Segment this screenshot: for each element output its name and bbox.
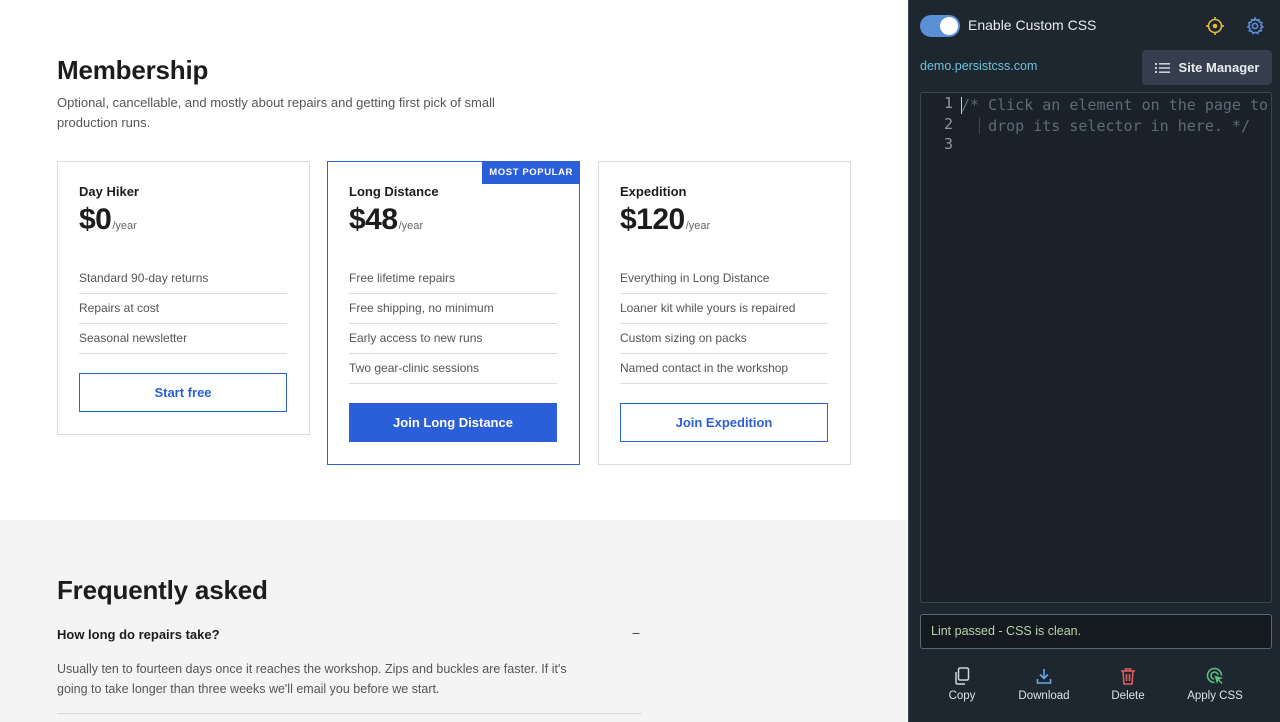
feature-item: Everything in Long Distance — [620, 264, 828, 294]
membership-title: Membership — [57, 55, 209, 85]
price-unit: /year — [685, 220, 711, 232]
feature-list: Free lifetime repairs Free shipping, no … — [349, 264, 557, 384]
plan-price: $120 /year — [620, 203, 710, 237]
apply-cursor-icon — [1206, 667, 1224, 685]
current-domain: demo.persistcss.com — [920, 59, 1038, 73]
code-line: /* Click an element on the page to — [961, 96, 1269, 114]
download-button[interactable]: Download — [1013, 667, 1075, 711]
list-icon — [1154, 62, 1170, 74]
feature-item: Free lifetime repairs — [349, 264, 557, 294]
download-icon — [1035, 667, 1053, 685]
price-unit: /year — [112, 220, 137, 232]
delete-button[interactable]: Delete — [1108, 667, 1148, 711]
collapse-toggle[interactable]: − — [628, 624, 644, 642]
code-line: drop its selector in here. */ — [961, 116, 1250, 135]
membership-subtitle: Optional, cancellable, and mostly about … — [57, 95, 495, 130]
plan-price: $0 /year — [79, 203, 137, 237]
apply-css-label: Apply CSS — [1187, 690, 1243, 702]
faq-title: Frequently asked — [57, 575, 268, 605]
plan-card-long-distance: MOST POPULAR Long Distance $48 /year Fre… — [327, 161, 580, 465]
feature-item: Named contact in the workshop — [620, 354, 828, 384]
feature-item: Custom sizing on packs — [620, 324, 828, 354]
faq-divider — [57, 713, 642, 714]
plan-name: Expedition — [620, 184, 687, 199]
feature-item: Two gear-clinic sessions — [349, 354, 557, 384]
faq-question[interactable]: How long do repairs take? — [57, 627, 220, 642]
feature-item: Early access to new runs — [349, 324, 557, 354]
target-icon[interactable] — [1204, 15, 1226, 37]
copy-button[interactable]: Copy — [943, 667, 981, 711]
delete-label: Delete — [1111, 690, 1145, 702]
download-label: Download — [1018, 690, 1070, 702]
feature-item: Seasonal newsletter — [79, 324, 287, 354]
feature-item: Repairs at cost — [79, 294, 287, 324]
plan-name: Day Hiker — [79, 184, 139, 199]
copy-icon — [953, 667, 971, 685]
price-amount: $0 — [79, 203, 112, 236]
site-manager-label: Site Manager — [1178, 60, 1260, 75]
css-editor[interactable]: 1 2 3 /* Click an element on the page to… — [920, 92, 1272, 603]
price-amount: $120 — [620, 203, 685, 236]
plan-card-day-hiker: Day Hiker $0 /year Standard 90-day retur… — [57, 161, 310, 435]
line-number: 1 — [943, 94, 953, 112]
plan-name: Long Distance — [349, 184, 439, 199]
start-free-button[interactable]: Start free — [79, 373, 287, 412]
custom-css-panel: Enable Custom CSS demo.persistcss.com Si… — [908, 0, 1280, 722]
feature-item: Loaner kit while yours is repaired — [620, 294, 828, 324]
price-amount: $48 — [349, 203, 398, 236]
apply-css-button[interactable]: Apply CSS — [1183, 667, 1247, 711]
faq-section: Frequently asked How long do repairs tak… — [0, 520, 908, 722]
toggle-knob — [940, 17, 958, 35]
plan-price: $48 /year — [349, 203, 423, 237]
copy-label: Copy — [948, 690, 976, 702]
lint-status: Lint passed - CSS is clean. — [920, 614, 1272, 649]
feature-item: Free shipping, no minimum — [349, 294, 557, 324]
code-content: /* Click an element on the page to drop … — [961, 95, 1271, 136]
gear-icon[interactable] — [1244, 15, 1266, 37]
join-long-distance-button[interactable]: Join Long Distance — [349, 403, 557, 442]
trash-icon — [1119, 667, 1137, 685]
plan-card-expedition: Expedition $120 /year Everything in Long… — [598, 161, 851, 465]
price-unit: /year — [398, 220, 424, 232]
enable-custom-css-toggle[interactable] — [920, 15, 960, 37]
feature-list: Everything in Long Distance Loaner kit w… — [620, 264, 828, 384]
membership-section: Membership Optional, cancellable, and mo… — [0, 0, 908, 520]
feature-item: Standard 90-day returns — [79, 264, 287, 294]
toggle-label: Enable Custom CSS — [968, 17, 1097, 33]
join-expedition-button[interactable]: Join Expedition — [620, 403, 828, 442]
most-popular-badge: MOST POPULAR — [482, 161, 580, 184]
faq-answer: Usually ten to fourteen days once it rea… — [57, 662, 567, 696]
line-number: 2 — [943, 114, 953, 133]
feature-list: Standard 90-day returns Repairs at cost … — [79, 264, 287, 354]
site-manager-button[interactable]: Site Manager — [1142, 50, 1272, 85]
line-number: 3 — [943, 135, 953, 153]
website-page: Membership Optional, cancellable, and mo… — [0, 0, 908, 722]
